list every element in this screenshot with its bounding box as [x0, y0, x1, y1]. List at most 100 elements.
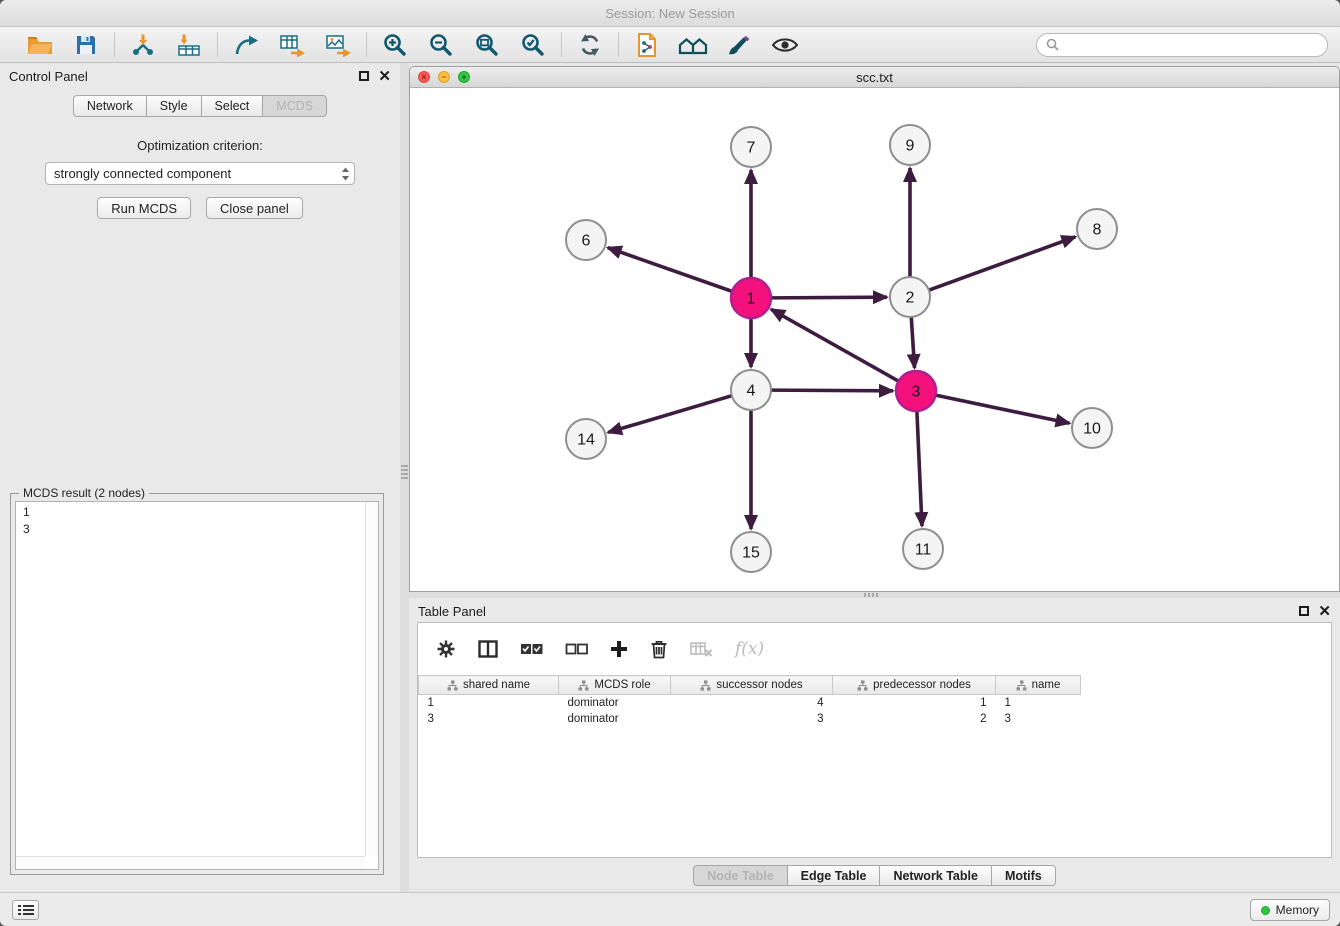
- table-cell: dominator: [559, 695, 671, 711]
- show-graphics-details-icon[interactable]: [770, 30, 800, 60]
- edge-1-6[interactable]: [608, 248, 732, 292]
- node-11[interactable]: 11: [903, 529, 943, 569]
- edge-3-1[interactable]: [771, 309, 899, 381]
- task-history-button[interactable]: [12, 900, 39, 920]
- table-panel-header: Table Panel ✕: [409, 598, 1340, 624]
- save-session-icon[interactable]: [71, 30, 101, 60]
- table-cell: 3: [996, 711, 1081, 727]
- table-row[interactable]: 3dominator323: [419, 711, 1081, 727]
- svg-text:15: 15: [742, 545, 760, 562]
- table-toolbar: f(x): [418, 623, 1331, 675]
- node-14[interactable]: 14: [566, 419, 606, 459]
- zoom-fit-icon[interactable]: [472, 30, 502, 60]
- export-image-icon[interactable]: [323, 30, 353, 60]
- network-window-title: scc.txt: [856, 70, 893, 85]
- node-9[interactable]: 9: [890, 125, 930, 165]
- import-network-icon[interactable]: [128, 30, 158, 60]
- edge-2-8[interactable]: [929, 237, 1076, 290]
- show-columns-icon[interactable]: [478, 640, 498, 658]
- tab-motifs[interactable]: Motifs: [991, 865, 1056, 886]
- zoom-in-icon[interactable]: [380, 30, 410, 60]
- node-3[interactable]: 3: [896, 371, 936, 411]
- tab-network[interactable]: Network: [73, 95, 146, 117]
- column-data-type-icon: [447, 680, 458, 691]
- table-panel: Table Panel ✕: [409, 598, 1340, 888]
- node-10[interactable]: 10: [1072, 408, 1112, 448]
- network-canvas[interactable]: 7 9 6 8 1 2 4 3 14 10 15 11: [410, 88, 1339, 591]
- column-header-MCDS-role[interactable]: MCDS role: [559, 676, 671, 695]
- column-data-type-icon: [857, 680, 868, 691]
- column-header-successor-nodes[interactable]: successor nodes: [671, 676, 833, 695]
- edge-2-3[interactable]: [911, 317, 914, 368]
- search-input[interactable]: [1065, 38, 1318, 52]
- search-box[interactable]: [1036, 33, 1328, 57]
- node-1[interactable]: 1: [731, 278, 771, 318]
- close-panel-icon[interactable]: ✕: [378, 69, 391, 84]
- tab-mcds[interactable]: MCDS: [262, 95, 327, 117]
- tab-node-table[interactable]: Node Table: [693, 865, 786, 886]
- criterion-select[interactable]: strongly connected component: [45, 162, 355, 185]
- run-mcds-button[interactable]: Run MCDS: [97, 197, 191, 219]
- vertical-scrollbar[interactable]: [365, 502, 378, 856]
- float-panel-icon[interactable]: [359, 71, 369, 81]
- select-all-icon[interactable]: [520, 642, 543, 656]
- vertical-splitter[interactable]: [400, 63, 409, 892]
- node-6[interactable]: 6: [566, 220, 606, 260]
- control-panel-header: Control Panel ✕: [0, 63, 400, 89]
- table-cell: 3: [419, 711, 559, 727]
- network-window-titlebar: × − + scc.txt: [410, 67, 1339, 88]
- edge-3-10[interactable]: [936, 395, 1070, 423]
- node-4[interactable]: 4: [731, 370, 771, 410]
- tab-edge-table[interactable]: Edge Table: [787, 865, 880, 886]
- memory-status-icon: [1261, 906, 1270, 915]
- refresh-icon[interactable]: [575, 30, 605, 60]
- table-panel-tabs: Node TableEdge TableNetwork TableMotifs: [409, 865, 1340, 886]
- node-15[interactable]: 15: [731, 532, 771, 572]
- column-data-type-icon: [1016, 680, 1027, 691]
- node-8[interactable]: 8: [1077, 209, 1117, 249]
- tab-network-table[interactable]: Network Table: [879, 865, 991, 886]
- export-network-icon[interactable]: [231, 30, 261, 60]
- table-row[interactable]: 1dominator411: [419, 695, 1081, 711]
- memory-button[interactable]: Memory: [1250, 899, 1330, 921]
- close-panel-icon[interactable]: ✕: [1318, 604, 1331, 619]
- import-table-icon[interactable]: [174, 30, 204, 60]
- horizontal-scrollbar[interactable]: [16, 856, 365, 869]
- close-panel-button[interactable]: Close panel: [206, 197, 303, 219]
- close-window-icon[interactable]: ×: [418, 71, 430, 83]
- deselect-all-icon[interactable]: [565, 642, 588, 656]
- node-7[interactable]: 7: [731, 127, 771, 167]
- edge-4-3[interactable]: [771, 390, 893, 391]
- delete-column-icon[interactable]: [650, 639, 668, 659]
- gear-icon[interactable]: [436, 639, 456, 659]
- main-toolbar: [0, 27, 1340, 63]
- share-document-icon[interactable]: [632, 30, 662, 60]
- window-titlebar: Session: New Session: [0, 0, 1340, 27]
- table-cell: 1: [419, 695, 559, 711]
- column-header-name[interactable]: name: [996, 676, 1081, 695]
- export-table-icon[interactable]: [277, 30, 307, 60]
- zoom-out-icon[interactable]: [426, 30, 456, 60]
- edge-1-2[interactable]: [771, 297, 887, 298]
- svg-text:11: 11: [915, 542, 932, 559]
- tab-style[interactable]: Style: [146, 95, 201, 117]
- edge-3-11[interactable]: [917, 411, 922, 526]
- network-analyzer-icon[interactable]: [678, 30, 708, 60]
- column-header-predecessor-nodes[interactable]: predecessor nodes: [833, 676, 996, 695]
- search-icon: [1046, 38, 1059, 51]
- float-panel-icon[interactable]: [1299, 606, 1309, 616]
- add-column-icon[interactable]: [610, 640, 628, 658]
- mcds-result-area[interactable]: 1 3: [15, 501, 379, 870]
- minimize-window-icon[interactable]: −: [438, 71, 450, 83]
- tab-select[interactable]: Select: [201, 95, 263, 117]
- svg-text:3: 3: [912, 384, 921, 401]
- zoom-window-icon[interactable]: +: [458, 71, 470, 83]
- edge-4-14[interactable]: [608, 396, 732, 433]
- style-brush-icon[interactable]: [724, 30, 754, 60]
- svg-text:2: 2: [906, 290, 915, 307]
- node-2[interactable]: 2: [890, 277, 930, 317]
- status-bar: Memory: [0, 892, 1340, 926]
- column-header-shared-name[interactable]: shared name: [419, 676, 559, 695]
- open-session-icon[interactable]: [25, 30, 55, 60]
- zoom-selected-icon[interactable]: [518, 30, 548, 60]
